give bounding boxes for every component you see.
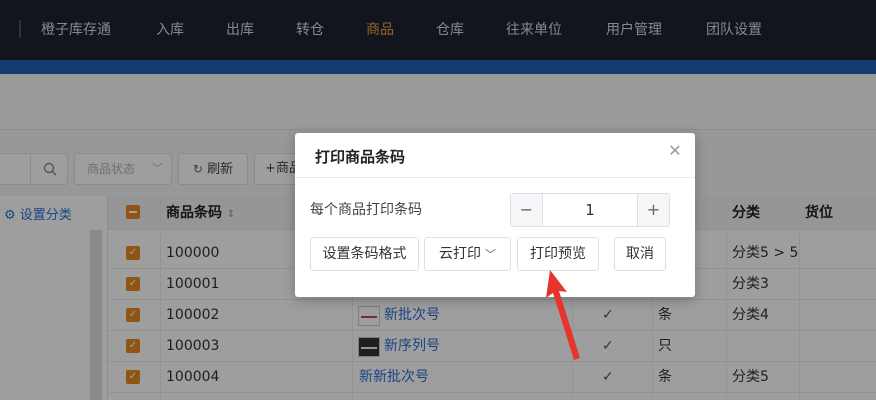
print-barcode-dialog: 打印商品条码 ✕ 每个商品打印条码 − 1 + 设置条码格式 云打印 ﹀ 打印预览… [295,133,695,297]
increment-button[interactable]: + [637,194,669,226]
annotation-arrow-icon [546,270,580,360]
dialog-title: 打印商品条码 [315,148,406,166]
copies-label: 每个商品打印条码 [310,202,422,218]
decrement-button[interactable]: − [511,194,543,226]
cloud-print-label: 云打印 [439,246,481,262]
quantity-stepper: − 1 + [510,193,670,227]
quantity-input[interactable]: 1 [543,194,637,226]
cancel-button[interactable]: 取消 [614,237,666,271]
barcode-format-button[interactable]: 设置条码格式 [310,237,419,271]
print-preview-button[interactable]: 打印预览 [517,237,599,271]
chevron-down-icon: ﹀ [485,248,496,261]
dialog-divider [295,177,695,178]
cloud-print-dropdown[interactable]: 云打印 ﹀ [424,237,511,271]
close-icon[interactable]: ✕ [667,143,683,159]
